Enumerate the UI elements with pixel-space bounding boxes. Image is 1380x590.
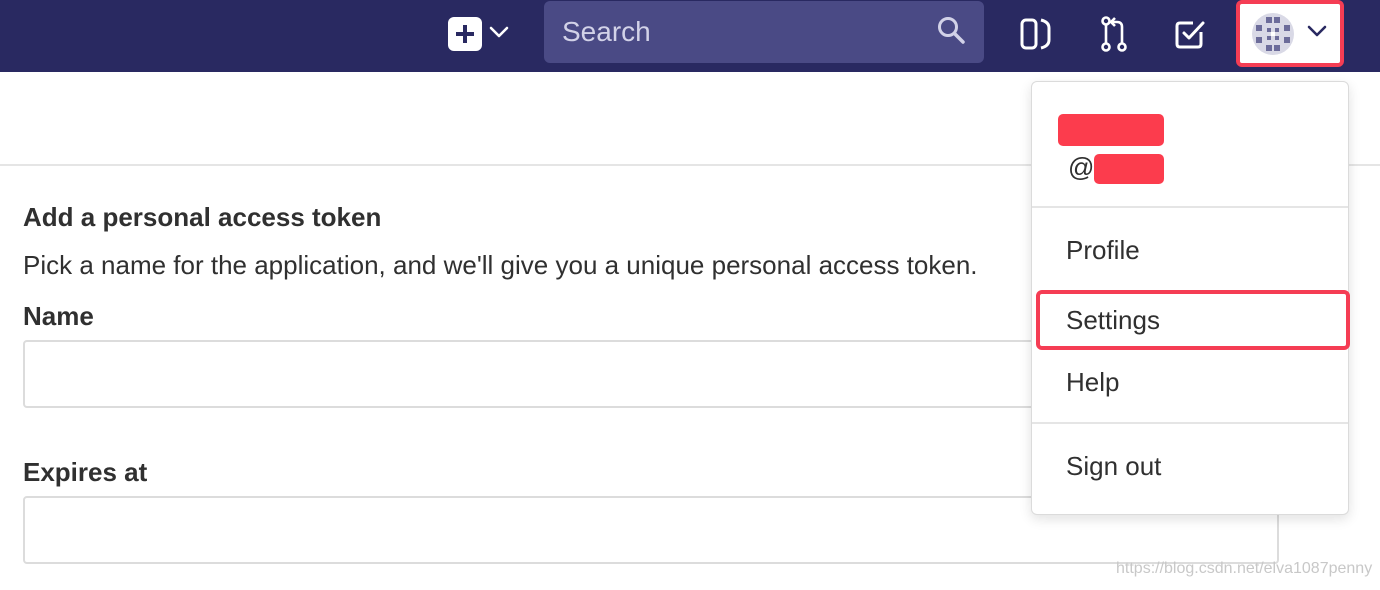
search-icon[interactable] bbox=[936, 15, 966, 50]
menu-divider bbox=[1032, 422, 1348, 424]
menu-item-sign-out[interactable]: Sign out bbox=[1032, 436, 1348, 496]
menu-item-help[interactable]: Help bbox=[1032, 352, 1348, 412]
merge-request-icon[interactable] bbox=[1094, 14, 1134, 54]
user-menu-button[interactable] bbox=[1236, 0, 1344, 67]
user-handle-prefix: @ bbox=[1068, 152, 1095, 182]
avatar bbox=[1252, 12, 1294, 55]
top-navbar bbox=[0, 0, 1380, 72]
watermark: https://blog.csdn.net/elva1087penny bbox=[1116, 560, 1373, 577]
section-description: Pick a name for the application, and we'… bbox=[23, 250, 978, 280]
search-input[interactable] bbox=[562, 16, 936, 48]
menu-item-profile[interactable]: Profile bbox=[1032, 220, 1348, 280]
dropdown-user-info[interactable]: @ bbox=[1032, 82, 1348, 208]
redacted-handle bbox=[1094, 154, 1164, 184]
redacted-username bbox=[1058, 114, 1164, 146]
menu-item-settings[interactable]: Settings bbox=[1036, 290, 1350, 350]
new-dropdown-button[interactable] bbox=[448, 16, 518, 52]
chevron-down-icon bbox=[1306, 24, 1328, 43]
chevron-down-icon bbox=[488, 25, 510, 44]
user-dropdown-menu: @ Profile Settings Help Sign out bbox=[1031, 81, 1350, 515]
search-bar[interactable] bbox=[544, 1, 984, 63]
issues-icon[interactable] bbox=[1016, 14, 1056, 54]
todo-icon[interactable] bbox=[1170, 14, 1210, 54]
plus-icon bbox=[448, 17, 482, 51]
